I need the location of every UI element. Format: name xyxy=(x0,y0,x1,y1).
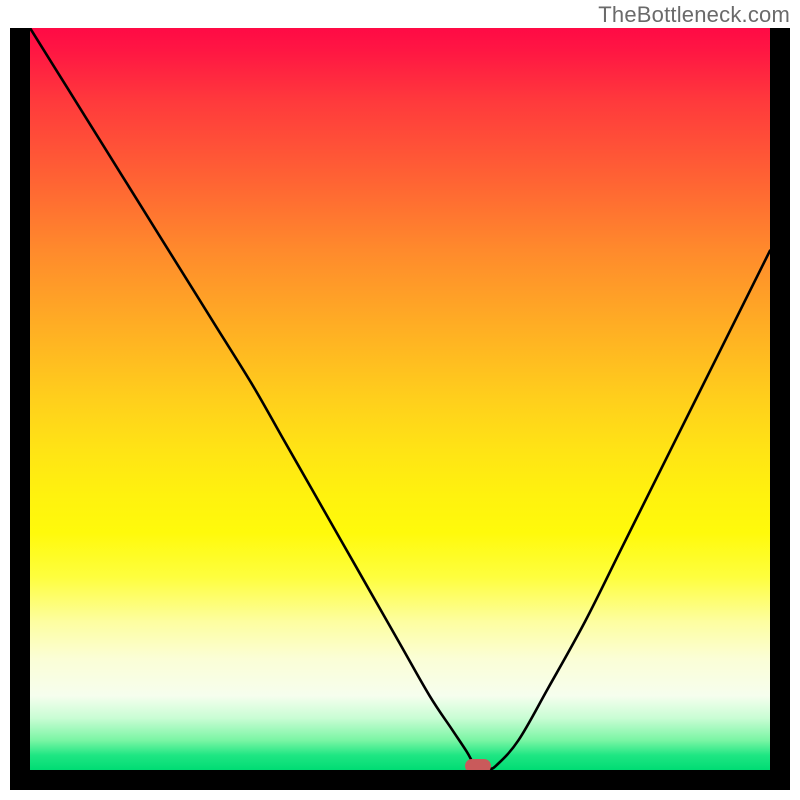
plot-frame xyxy=(10,28,790,790)
curve-svg xyxy=(30,28,770,770)
plot-area xyxy=(30,28,770,770)
bottleneck-curve xyxy=(30,28,770,769)
chart-stage: TheBottleneck.com xyxy=(0,0,800,800)
watermark-text: TheBottleneck.com xyxy=(598,2,790,28)
min-marker xyxy=(465,759,491,770)
